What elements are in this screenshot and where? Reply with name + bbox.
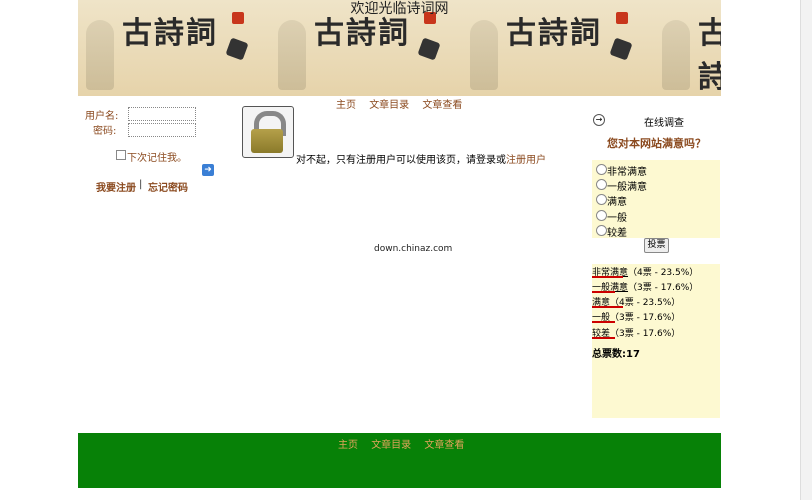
- poll-option-radio[interactable]: [596, 179, 607, 190]
- poll-option-radio[interactable]: [596, 194, 607, 205]
- poll-options-panel: 非常满意 一般满意 满意 一般 较差: [592, 160, 720, 239]
- poll-option-label: 一般: [607, 213, 627, 224]
- nav-view-link[interactable]: 文章查看: [422, 100, 462, 111]
- nav-catalog-link[interactable]: 文章目录: [369, 100, 409, 111]
- poll-option-radio[interactable]: [596, 210, 607, 221]
- site-title: 欢迎光临诗词网: [350, 1, 449, 17]
- footer: 主页 文章目录 文章查看: [78, 433, 721, 488]
- poll-option-label: 满意: [607, 197, 627, 208]
- banner-logo-text: 古詩詞: [698, 16, 721, 95]
- register-user-link[interactable]: 注册用户: [506, 155, 546, 166]
- result-bar: [592, 337, 615, 339]
- link-separator: |: [139, 179, 143, 190]
- top-nav: 主页 文章目录 文章查看: [336, 96, 472, 111]
- result-bar: [592, 276, 623, 278]
- register-link[interactable]: 我要注册: [96, 179, 136, 194]
- survey-question: 您对本网站满意吗？: [607, 137, 706, 150]
- header-banner: 古詩詞 古詩詞 古詩詞 古詩詞 欢迎光临诗词网: [78, 0, 721, 96]
- sage-figure-image: [278, 20, 306, 90]
- footer-nav: 主页 文章目录 文章查看: [338, 436, 474, 451]
- result-bar: [592, 321, 615, 323]
- poll-option-label: 非常满意: [607, 167, 647, 178]
- username-label: 用户名:: [85, 111, 119, 122]
- arrow-right-icon: →: [593, 114, 605, 126]
- username-input[interactable]: [128, 107, 196, 121]
- vertical-scrollbar[interactable]: [800, 0, 812, 500]
- result-bar: [592, 291, 615, 293]
- sage-figure-image: [86, 20, 114, 90]
- remember-checkbox[interactable]: [116, 150, 126, 160]
- password-input[interactable]: [128, 123, 196, 137]
- remember-label: 下次记住我。: [127, 153, 187, 164]
- access-message: 对不起，只有注册用户可以使用该页，请登录或注册用户: [296, 151, 546, 166]
- password-label: 密码:: [93, 126, 117, 137]
- nav-home-link[interactable]: 主页: [336, 100, 356, 111]
- poll-results-panel: 非常满意（4票 - 23.5%） 一般满意（3票 - 17.6%） 满意（4票 …: [592, 264, 720, 418]
- result-bar: [592, 306, 623, 308]
- inkstone-icon: [225, 37, 249, 61]
- sage-figure-image: [470, 20, 498, 90]
- vote-button[interactable]: 投票: [644, 238, 669, 253]
- inkstone-icon: [609, 37, 633, 61]
- poll-option-radio[interactable]: [596, 164, 607, 175]
- result-detail: （3票 - 17.6%）: [610, 313, 681, 323]
- inkstone-icon: [417, 37, 441, 61]
- watermark-text: down.chinaz.com: [374, 244, 453, 254]
- survey-title: 在线调查: [644, 118, 684, 129]
- footer-home-link[interactable]: 主页: [338, 440, 358, 451]
- login-submit-button[interactable]: ➜: [202, 164, 214, 176]
- lock-icon: [242, 106, 294, 158]
- poll-option-label: 一般满意: [607, 182, 647, 193]
- total-votes: 总票数:17: [592, 349, 640, 360]
- result-detail: （3票 - 17.6%）: [628, 283, 699, 293]
- poll-option-radio[interactable]: [596, 225, 607, 236]
- access-message-text: 对不起，只有注册用户可以使用该页，请登录或: [296, 155, 506, 166]
- footer-catalog-link[interactable]: 文章目录: [371, 440, 411, 451]
- result-detail: （4票 - 23.5%）: [628, 268, 699, 278]
- sage-figure-image: [662, 20, 690, 90]
- footer-view-link[interactable]: 文章查看: [424, 440, 464, 451]
- result-detail: （3票 - 17.6%）: [610, 329, 681, 339]
- poll-option-label: 较差: [607, 228, 627, 239]
- forgot-password-link[interactable]: 忘记密码: [148, 179, 188, 194]
